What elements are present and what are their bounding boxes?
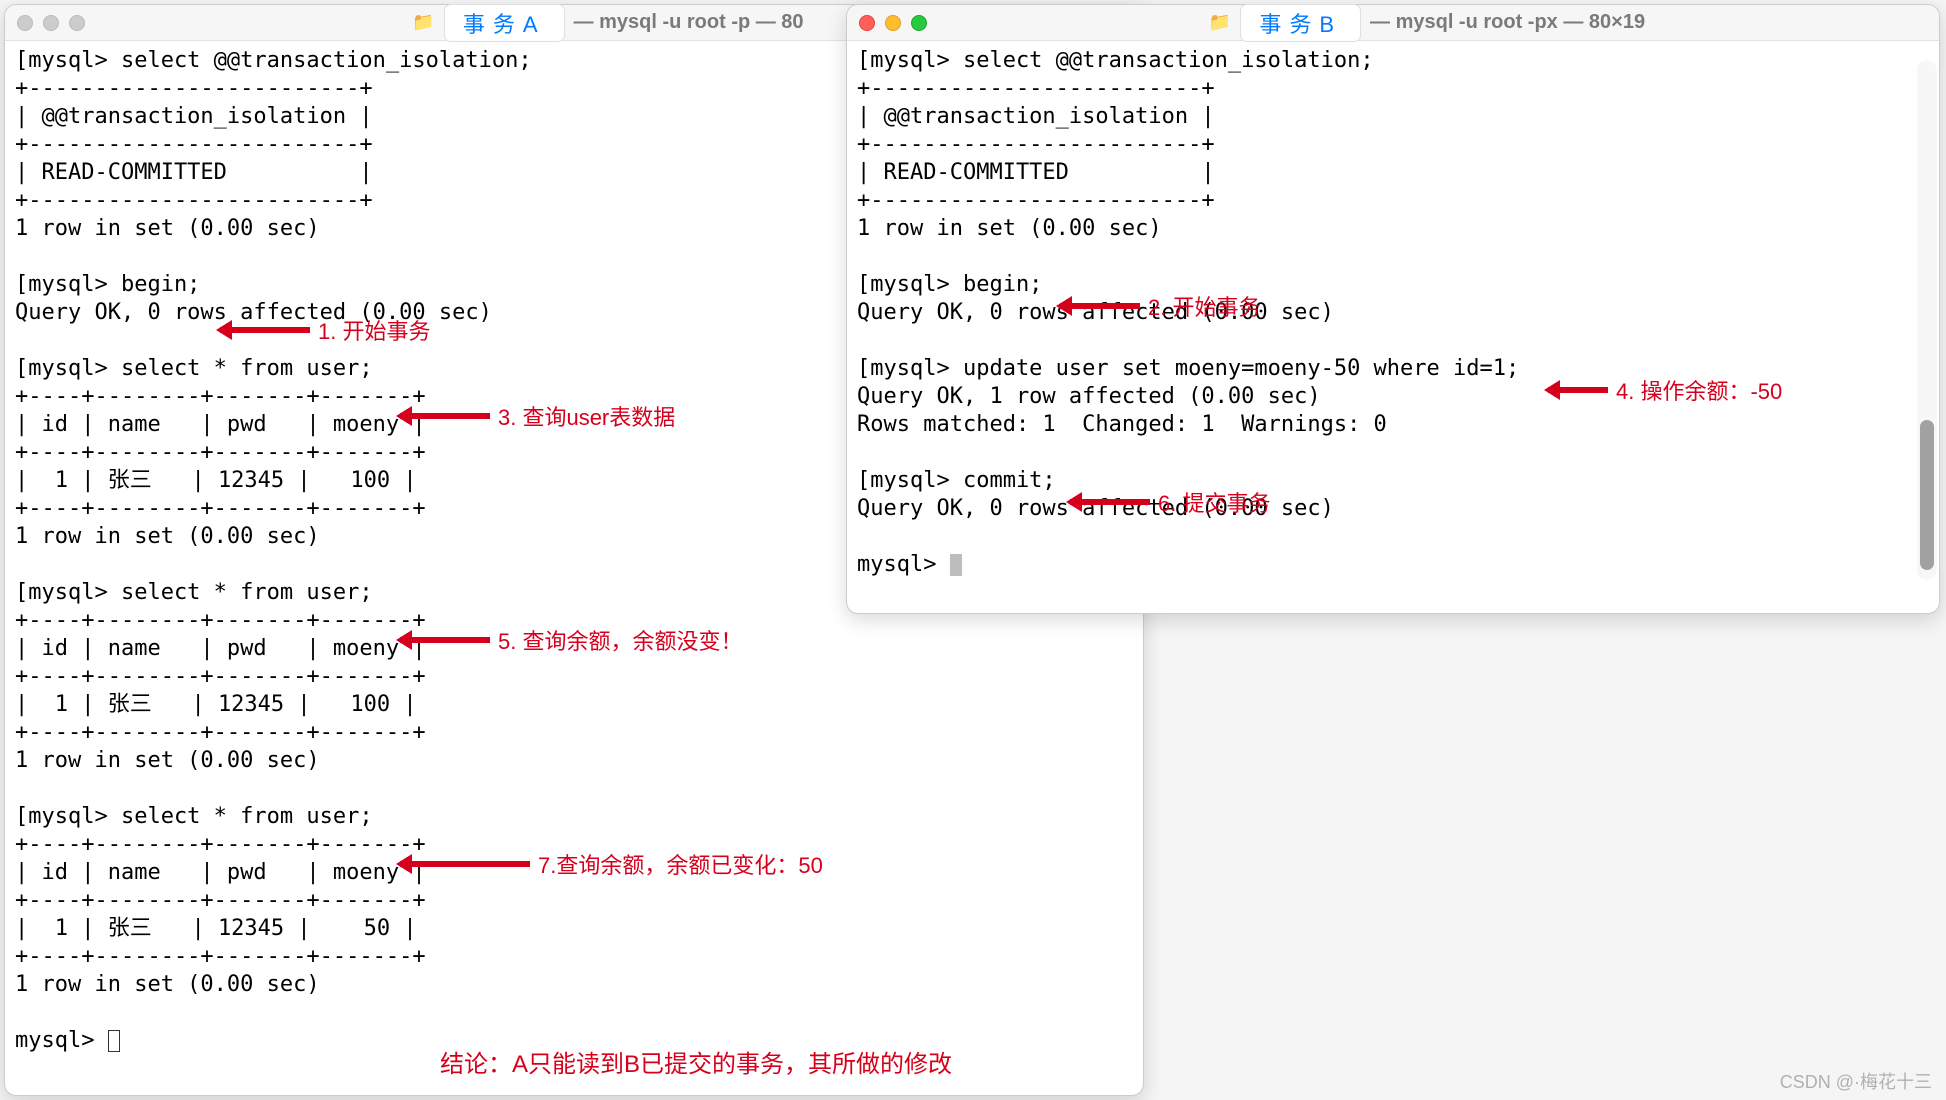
cursor-b	[950, 554, 962, 576]
tab-label-a: 事务A	[445, 5, 564, 41]
annotation-5: 5. 查询余额，余额没变！	[400, 624, 742, 656]
terminal-body-b[interactable]: [mysql> select @@transaction_isolation; …	[847, 41, 1939, 613]
annotation-1-text: 1. 开始事务	[318, 314, 430, 346]
annotation-6-text: 6. 提交事务	[1158, 486, 1270, 518]
traffic-lights-b	[859, 15, 927, 31]
folder-icon: 📁	[1209, 12, 1231, 33]
arrow-icon	[1060, 303, 1140, 309]
minimize-icon[interactable]	[43, 15, 59, 31]
annotation-2-text: 2. 开始事务	[1148, 290, 1260, 322]
conclusion-text: 结论：A只能读到B已提交的事务，其所做的修改	[440, 1044, 952, 1079]
arrow-icon	[1070, 499, 1150, 505]
cursor-a	[108, 1030, 120, 1052]
tab-label-b: 事务B	[1241, 5, 1360, 41]
zoom-icon[interactable]	[69, 15, 85, 31]
annotation-4: 4. 操作余额：-50	[1548, 374, 1782, 406]
arrow-icon	[400, 861, 530, 867]
arrow-icon	[1548, 387, 1608, 393]
titlebar-b: 📁 事务B — mysql -u root -px — 80×19	[847, 5, 1939, 41]
traffic-lights-a	[17, 15, 85, 31]
arrow-icon	[400, 413, 490, 419]
annotation-3-text: 3. 查询user表数据	[498, 400, 675, 432]
minimize-icon[interactable]	[885, 15, 901, 31]
close-icon[interactable]	[859, 15, 875, 31]
annotation-7-text: 7.查询余额，余额已变化：50	[538, 848, 823, 880]
terminal-window-b: 📁 事务B — mysql -u root -px — 80×19 [mysql…	[846, 4, 1940, 614]
annotation-2: 2. 开始事务	[1060, 290, 1260, 322]
arrow-icon	[220, 327, 310, 333]
zoom-icon[interactable]	[911, 15, 927, 31]
annotation-5-text: 5. 查询余额，余额没变！	[498, 624, 742, 656]
title-suffix-b: — mysql -u root -px — 80×19	[1370, 11, 1645, 34]
arrow-icon	[400, 637, 490, 643]
title-suffix-a: — mysql -u root -p — 80	[574, 11, 804, 34]
annotation-6: 6. 提交事务	[1070, 486, 1270, 518]
close-icon[interactable]	[17, 15, 33, 31]
annotation-4-text: 4. 操作余额：-50	[1616, 374, 1782, 406]
title-center-b: 📁 事务B — mysql -u root -px — 80×19	[927, 5, 1927, 41]
annotation-1: 1. 开始事务	[220, 314, 430, 346]
watermark: CSDN @·梅花十三	[1780, 1068, 1932, 1094]
terminal-text-a: [mysql> select @@transaction_isolation; …	[15, 48, 532, 1053]
scrollbar-b[interactable]	[1917, 60, 1937, 580]
folder-icon: 📁	[412, 12, 434, 33]
scroll-thumb-b[interactable]	[1920, 420, 1934, 570]
annotation-3: 3. 查询user表数据	[400, 400, 675, 432]
annotation-7: 7.查询余额，余额已变化：50	[400, 848, 823, 880]
